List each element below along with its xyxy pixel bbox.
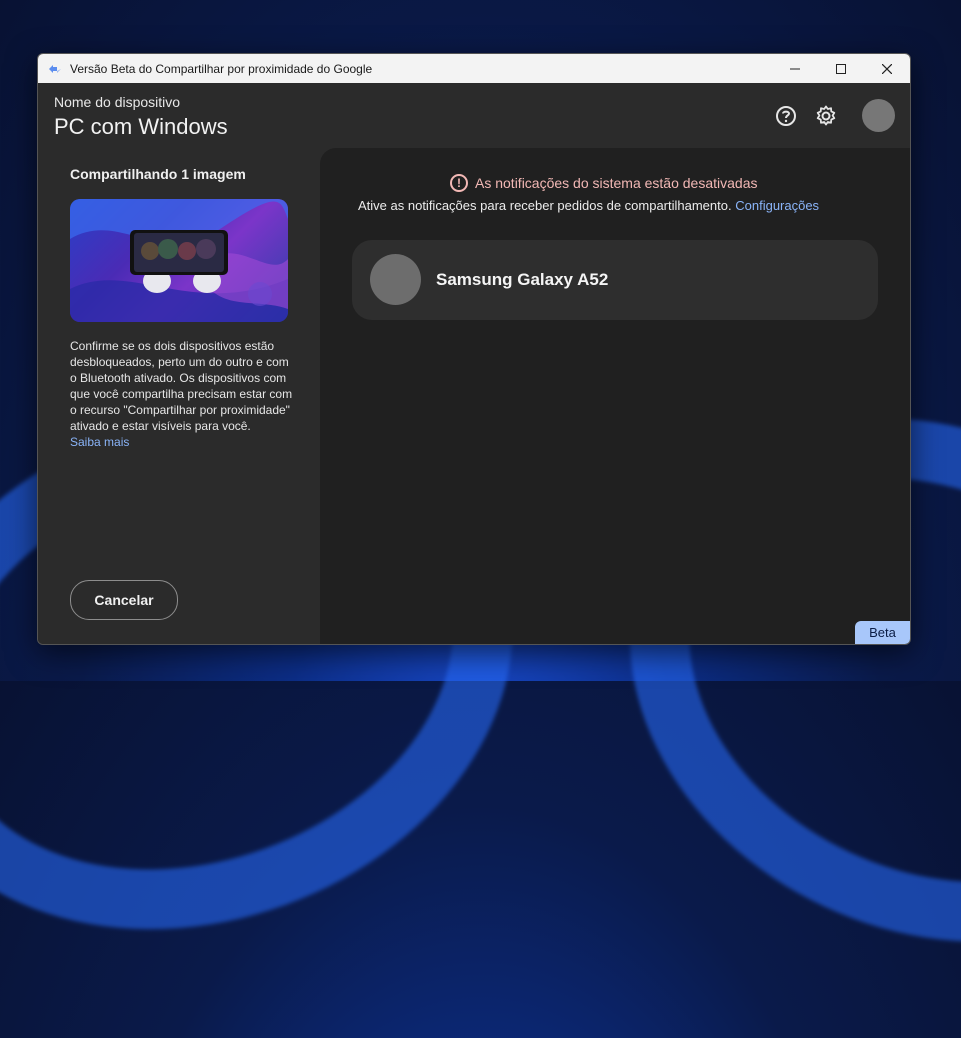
- device-avatar: [370, 254, 421, 305]
- device-name-label: Samsung Galaxy A52: [436, 270, 609, 289]
- instructions-body: Confirme se os dois dispositivos estão d…: [70, 339, 293, 433]
- cancel-button[interactable]: Cancelar: [70, 580, 178, 620]
- beta-badge: Beta: [855, 621, 910, 644]
- left-panel: Compartilhando 1 imagem Confirme se os d…: [38, 148, 320, 644]
- settings-button[interactable]: [815, 105, 837, 127]
- learn-more-link[interactable]: Saiba mais: [70, 434, 295, 450]
- help-icon: [776, 106, 796, 126]
- account-avatar[interactable]: [862, 99, 895, 132]
- help-button[interactable]: [775, 105, 797, 127]
- alert-icon: !: [450, 174, 468, 192]
- app-window: Versão Beta do Compartilhar por proximid…: [37, 53, 911, 645]
- instructions-text: Confirme se os dois dispositivos estão d…: [70, 338, 295, 450]
- notification-info: Ative as notificações para receber pedid…: [358, 198, 898, 213]
- maximize-icon: [836, 63, 846, 74]
- title-bar: Versão Beta do Compartilhar por proximid…: [38, 54, 910, 83]
- device-name: PC com Windows: [54, 114, 228, 139]
- shared-image-preview: [70, 199, 288, 322]
- sharing-title: Compartilhando 1 imagem: [70, 166, 246, 182]
- right-panel: ! As notificações do sistema estão desat…: [320, 148, 910, 644]
- close-icon: [882, 63, 892, 74]
- maximize-button[interactable]: [818, 54, 864, 83]
- app-header: Nome do dispositivo PC com Windows: [38, 83, 910, 148]
- notification-warning: ! As notificações do sistema estão desat…: [450, 174, 758, 192]
- warning-text: As notificações do sistema estão desativ…: [475, 175, 758, 191]
- window-title: Versão Beta do Compartilhar por proximid…: [70, 61, 373, 76]
- close-button[interactable]: [864, 54, 910, 83]
- device-name-label: Nome do dispositivo: [54, 94, 181, 110]
- gear-icon: [816, 105, 836, 126]
- device-card[interactable]: Samsung Galaxy A52: [352, 240, 878, 320]
- minimize-icon: [790, 68, 800, 69]
- settings-link[interactable]: Configurações: [735, 198, 819, 213]
- nearby-share-icon: [48, 62, 62, 76]
- minimize-button[interactable]: [772, 54, 818, 83]
- info-text: Ative as notificações para receber pedid…: [358, 198, 732, 213]
